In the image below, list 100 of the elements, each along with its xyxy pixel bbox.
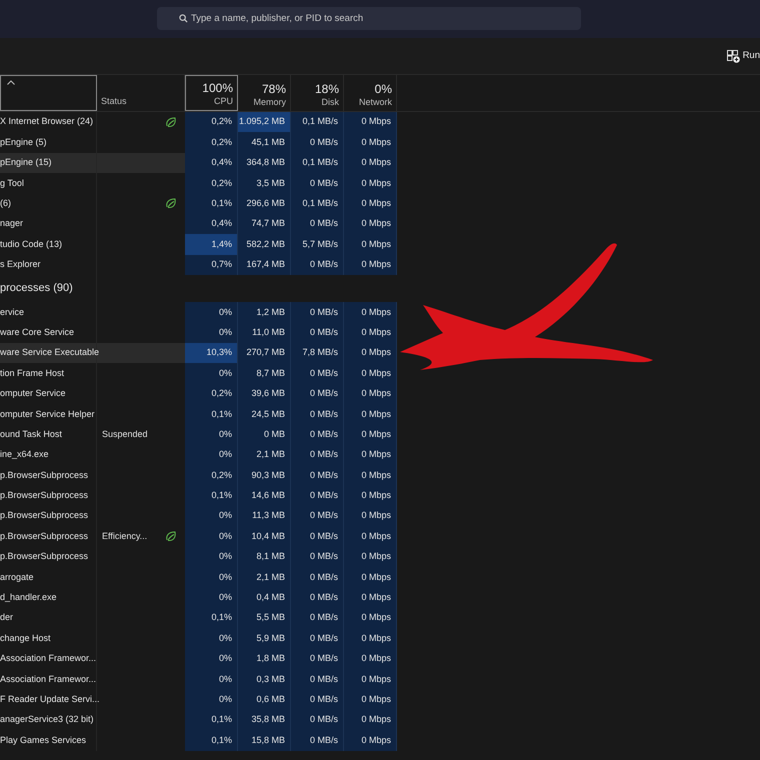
- usage-cell: 2,1 MB: [238, 567, 291, 588]
- process-row[interactable]: pEngine (5) 0,2% 45,1 MB 0 MB/s 0 Mbps: [0, 132, 397, 153]
- usage-cell: 364,8 MB: [238, 152, 291, 174]
- group-header[interactable]: processes (90): [0, 275, 97, 302]
- process-row[interactable]: tudio Code (13) 1,4% 582,2 MB 5,7 MB/s 0 Mbps: [0, 234, 397, 255]
- usage-cell: 0 Mbps: [344, 567, 397, 588]
- process-row[interactable]: p.BrowserSubprocess 0% 11,3 MB 0 MB/s 0 Mbps: [0, 506, 397, 526]
- usage-cell: 0 MB/s: [291, 384, 344, 404]
- status-text: Efficiency...: [102, 530, 148, 543]
- usage-cell: 0%: [185, 302, 238, 323]
- usage-cell: 0,1 MB/s: [291, 194, 344, 214]
- process-row[interactable]: p.BrowserSubprocess Efficiency... 0% 10,4 MB 0 MB/s 0 Mbps: [0, 526, 397, 547]
- usage-cell: 0 Mbps: [344, 486, 397, 506]
- process-row[interactable]: ervice 0% 1,2 MB 0 MB/s 0 Mbps: [0, 302, 397, 323]
- process-row[interactable]: ware Service Executable 10,3% 270,7 MB 7,8 MB/s 0 Mbps: [0, 342, 397, 364]
- usage-cell: 0 Mbps: [344, 526, 397, 547]
- column-header[interactable]: 18% Disk: [291, 75, 344, 111]
- process-row[interactable]: change Host 0% 5,9 MB 0 MB/s 0 Mbps: [0, 628, 397, 649]
- process-row[interactable]: ware Core Service 0% 11,0 MB 0 MB/s 0 Mbps: [0, 322, 397, 343]
- usage-cell: 0,1 MB/s: [291, 152, 344, 174]
- process-name: X Internet Browser (24): [0, 112, 97, 132]
- process-name: Association Framewor...: [0, 648, 97, 670]
- usage-cell: 0%: [185, 690, 238, 710]
- usage-cell: 0 MB/s: [291, 567, 344, 588]
- usage-cell: 0%: [185, 444, 238, 466]
- column-label: Network: [358, 96, 392, 109]
- process-row[interactable]: Play Games Services 0,1% 15,8 MB 0 MB/s 0 Mbps: [0, 730, 397, 751]
- usage-cell: 0%: [185, 588, 238, 608]
- process-row[interactable]: g Tool 0,2% 3,5 MB 0 MB/s 0 Mbps: [0, 173, 397, 194]
- process-row[interactable]: tion Frame Host 0% 8,7 MB 0 MB/s 0 Mbps: [0, 363, 397, 384]
- usage-cell: 0,2%: [185, 384, 238, 404]
- process-name: pEngine (15): [0, 152, 97, 174]
- process-row[interactable]: F Reader Update Servi... 0% 0,6 MB 0 MB/s 0 Mbps: [0, 690, 397, 710]
- process-name: change Host: [0, 628, 97, 649]
- process-row[interactable]: ound Task Host Suspended 0% 0 MB 0 MB/s 0 Mbps: [0, 424, 397, 445]
- process-row[interactable]: arrogate 0% 2,1 MB 0 MB/s 0 Mbps: [0, 567, 397, 588]
- process-name: Play Games Services: [0, 730, 97, 751]
- usage-cell: 5,7 MB/s: [291, 234, 344, 255]
- process-row[interactable]: ine_x64.exe 0% 2,1 MB 0 MB/s 0 Mbps: [0, 444, 397, 466]
- process-row[interactable]: omputer Service 0,2% 39,6 MB 0 MB/s 0 Mbps: [0, 384, 397, 404]
- process-row[interactable]: anagerService3 (32 bit) 0,1% 35,8 MB 0 MB/s 0 Mbps: [0, 710, 397, 730]
- column-header[interactable]: Status: [97, 75, 185, 111]
- usage-cell: 0 Mbps: [344, 588, 397, 608]
- status-text: Suspended: [102, 428, 148, 441]
- column-header[interactable]: 100% CPU: [185, 75, 238, 111]
- column-header[interactable]: [0, 75, 97, 111]
- usage-cell: 0 Mbps: [344, 628, 397, 649]
- usage-cell: 0 Mbps: [344, 608, 397, 628]
- usage-cell: 0 Mbps: [344, 465, 397, 486]
- process-row[interactable]: p.BrowserSubprocess 0% 8,1 MB 0 MB/s 0 Mbps: [0, 546, 397, 568]
- usage-cell: 0 MB/s: [291, 628, 344, 649]
- process-name: p.BrowserSubprocess: [0, 546, 97, 568]
- process-row[interactable]: (6) 0,1% 296,6 MB 0,1 MB/s 0 Mbps: [0, 194, 397, 214]
- usage-cell: 0 MB/s: [291, 608, 344, 628]
- usage-cell: 45,1 MB: [238, 132, 291, 153]
- usage-cell: 0%: [185, 669, 238, 690]
- usage-cell: 0 MB/s: [291, 363, 344, 384]
- usage-cell: 1,2 MB: [238, 302, 291, 323]
- usage-cell: 15,8 MB: [238, 730, 291, 751]
- usage-cell: 39,6 MB: [238, 384, 291, 404]
- usage-cell: 1.095,2 MB: [238, 112, 291, 132]
- process-row[interactable]: p.BrowserSubprocess 0,2% 90,3 MB 0 MB/s 0 Mbps: [0, 465, 397, 486]
- process-row[interactable]: omputer Service Helper 0,1% 24,5 MB 0 MB/s 0 Mbps: [0, 404, 397, 424]
- process-row[interactable]: Association Framewor... 0% 1,8 MB 0 MB/s 0 Mbps: [0, 648, 397, 670]
- usage-cell: 0,3 MB: [238, 669, 291, 690]
- usage-cell: 5,5 MB: [238, 608, 291, 628]
- process-row[interactable]: Association Framewor... 0% 0,3 MB 0 MB/s 0 Mbps: [0, 669, 397, 690]
- process-row[interactable]: s Explorer 0,7% 167,4 MB 0 MB/s 0 Mbps: [0, 254, 397, 276]
- usage-cell: 0 Mbps: [344, 669, 397, 690]
- column-header[interactable]: 0% Network: [344, 75, 397, 111]
- usage-cell: 0,4%: [185, 214, 238, 234]
- process-row[interactable]: X Internet Browser (24) 0,2% 1.095,2 MB 0,1 MB/s 0 Mbps: [0, 112, 397, 132]
- usage-cell: 0,1%: [185, 710, 238, 730]
- usage-cell: 0 MB/s: [291, 444, 344, 466]
- process-name: tudio Code (13): [0, 234, 97, 255]
- process-row[interactable]: p.BrowserSubprocess 0,1% 14,6 MB 0 MB/s 0 Mbps: [0, 486, 397, 506]
- process-row[interactable]: nager 0,4% 74,7 MB 0 MB/s 0 Mbps: [0, 214, 397, 234]
- usage-cell: 8,7 MB: [238, 363, 291, 384]
- usage-cell: 8,1 MB: [238, 546, 291, 568]
- usage-cell: 0 Mbps: [344, 254, 397, 276]
- usage-cell: 0 Mbps: [344, 214, 397, 234]
- usage-cell: 0%: [185, 648, 238, 670]
- usage-cell: 0 Mbps: [344, 363, 397, 384]
- run-new-task-button[interactable]: Run: [727, 48, 760, 64]
- process-name: der: [0, 608, 97, 628]
- process-name: F Reader Update Servi...: [0, 690, 97, 710]
- process-row[interactable]: pEngine (15) 0,4% 364,8 MB 0,1 MB/s 0 Mbps: [0, 152, 397, 174]
- process-row[interactable]: der 0,1% 5,5 MB 0 MB/s 0 Mbps: [0, 608, 397, 628]
- process-row[interactable]: d_handler.exe 0% 0,4 MB 0 MB/s 0 Mbps: [0, 588, 397, 608]
- usage-cell: 0 Mbps: [344, 648, 397, 670]
- column-header[interactable]: 78% Memory: [238, 75, 291, 111]
- usage-cell: 0 Mbps: [344, 444, 397, 466]
- usage-cell: 11,3 MB: [238, 506, 291, 526]
- usage-cell: 0 MB/s: [291, 465, 344, 486]
- column-usage-percent: 100%: [201, 81, 233, 96]
- usage-cell: 582,2 MB: [238, 234, 291, 255]
- usage-cell: 10,3%: [185, 342, 238, 364]
- process-name: ound Task Host: [0, 424, 97, 445]
- usage-cell: 0 Mbps: [344, 152, 397, 174]
- search-field[interactable]: Type a name, publisher, or PID to search: [157, 7, 581, 30]
